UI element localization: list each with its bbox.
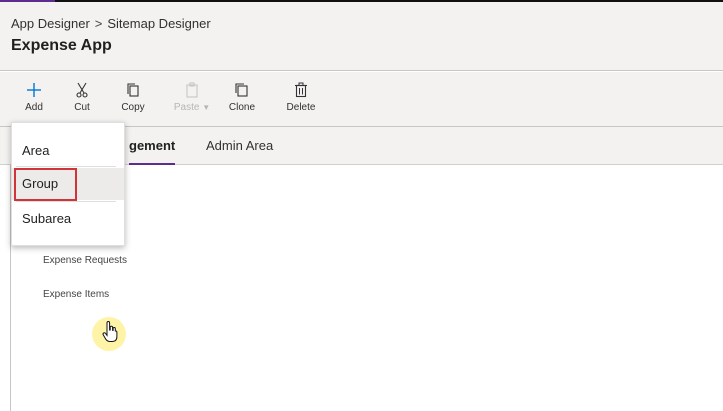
subarea-expense-requests[interactable]: Expense Requests [43, 255, 127, 266]
clone-button[interactable]: Clone [222, 82, 262, 113]
menu-divider [16, 201, 116, 202]
tab-admin-area[interactable]: Admin Area [206, 138, 273, 153]
menu-item-area[interactable]: Area [12, 135, 124, 167]
clone-icon [235, 83, 248, 97]
page-header: App Designer > Sitemap Designer Expense Ap… [0, 2, 723, 71]
breadcrumb-separator: > [94, 16, 103, 31]
clone-label: Clone [228, 102, 256, 113]
menu-divider [16, 166, 116, 167]
copy-button[interactable]: Copy [113, 82, 153, 113]
command-toolbar: Add Cut Copy Paste ▼ Clone Delete [0, 72, 723, 127]
copy-label: Copy [121, 102, 145, 113]
add-button[interactable]: Add [14, 82, 54, 113]
cut-button[interactable]: Cut [62, 82, 102, 113]
paste-button[interactable]: Paste ▼ [167, 82, 217, 113]
delete-button[interactable]: Delete [281, 82, 321, 113]
chevron-down-icon: ▼ [202, 103, 211, 112]
subarea-expense-items[interactable]: Expense Items [43, 289, 109, 300]
paste-icon [186, 82, 198, 98]
menu-item-area-label: Area [22, 143, 50, 158]
add-label: Add [25, 102, 43, 113]
scissors-icon [76, 82, 88, 98]
delete-label: Delete [286, 102, 316, 113]
copy-icon [127, 83, 139, 97]
menu-item-subarea-label: Subarea [22, 211, 72, 226]
menu-item-subarea[interactable]: Subarea [12, 203, 124, 235]
paste-text: Paste [173, 102, 200, 113]
page-title: Expense App [11, 37, 112, 54]
highlight-outline [14, 168, 77, 201]
paste-label: Paste ▼ [167, 102, 217, 113]
tab-expense-management[interactable]: gement [129, 138, 176, 166]
trash-icon [295, 82, 307, 98]
breadcrumb: App Designer > Sitemap Designer [11, 16, 211, 31]
hand-cursor-icon [102, 321, 118, 342]
breadcrumb-sitemap-designer: Sitemap Designer [107, 16, 211, 31]
breadcrumb-app-designer[interactable]: App Designer [11, 16, 90, 31]
cut-label: Cut [74, 102, 90, 113]
plus-icon [27, 83, 41, 97]
